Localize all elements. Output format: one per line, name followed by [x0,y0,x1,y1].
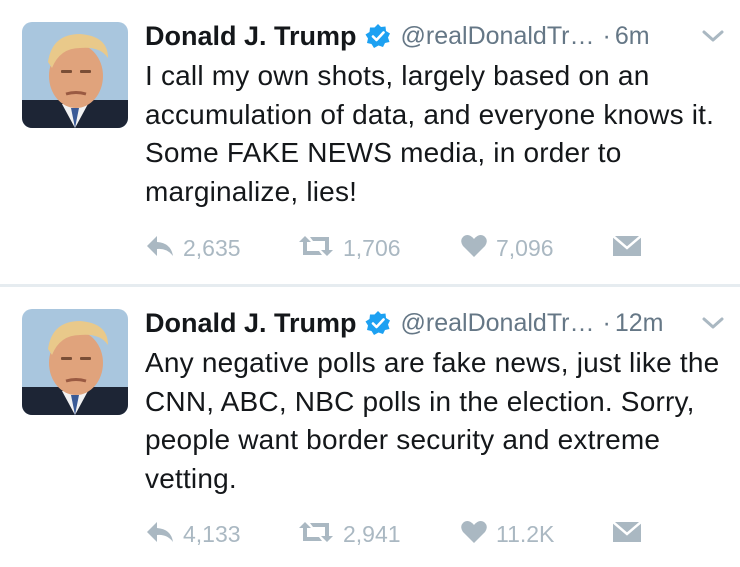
reply-count: 2,635 [183,234,241,261]
tweet-header: Donald J. Trump @realDonaldTr… · 6m [145,16,726,56]
chevron-down-icon[interactable] [700,26,726,46]
tweet-header: Donald J. Trump @realDonaldTr… · 12m [145,303,726,343]
verified-badge-icon [365,23,391,49]
retweet-count: 1,706 [343,234,401,261]
envelope-icon [612,234,642,263]
like-button[interactable]: 7,096 [460,230,554,266]
reply-icon [145,234,175,263]
heart-icon [460,234,488,263]
verified-badge-icon [365,310,391,336]
like-count: 11.2K [496,520,555,547]
reply-button[interactable]: 4,133 [145,516,241,552]
like-count: 7,096 [496,234,554,261]
reply-count: 4,133 [183,520,241,547]
tweet-text: Any negative polls are fake news, just l… [145,347,720,494]
reply-button[interactable]: 2,635 [145,230,241,266]
tweet-actions: 4,133 2,941 11.2K [145,516,665,552]
reply-icon [145,520,175,549]
avatar[interactable] [22,22,128,128]
retweet-icon [297,234,335,263]
separator-dot: · [602,308,611,337]
tweet-actions: 2,635 1,706 7,096 [145,230,665,266]
retweet-icon [297,520,335,549]
avatar[interactable] [22,309,128,415]
timestamp[interactable]: 6m [615,22,650,51]
author-name[interactable]: Donald J. Trump [145,308,357,339]
retweet-button[interactable]: 2,941 [297,516,401,552]
author-name[interactable]: Donald J. Trump [145,21,357,52]
like-button[interactable]: 11.2K [460,516,554,552]
author-handle[interactable]: @realDonaldTr… [401,22,595,51]
direct-message-button[interactable] [612,516,642,552]
tweet[interactable]: Donald J. Trump @realDonaldTr… · 6m I ca… [0,0,740,284]
tweet[interactable]: Donald J. Trump @realDonaldTr… · 12m Any… [0,287,740,567]
heart-icon [460,520,488,549]
tweet-text: I call my own shots, largely based on an… [145,60,715,207]
direct-message-button[interactable] [612,230,642,266]
author-handle[interactable]: @realDonaldTr… [401,309,595,338]
tweet-feed: Donald J. Trump @realDonaldTr… · 6m I ca… [0,0,740,567]
chevron-down-icon[interactable] [700,313,726,333]
separator-dot: · [602,21,611,50]
retweet-button[interactable]: 1,706 [297,230,401,266]
retweet-count: 2,941 [343,520,401,547]
envelope-icon [612,520,642,549]
timestamp[interactable]: 12m [615,309,664,338]
